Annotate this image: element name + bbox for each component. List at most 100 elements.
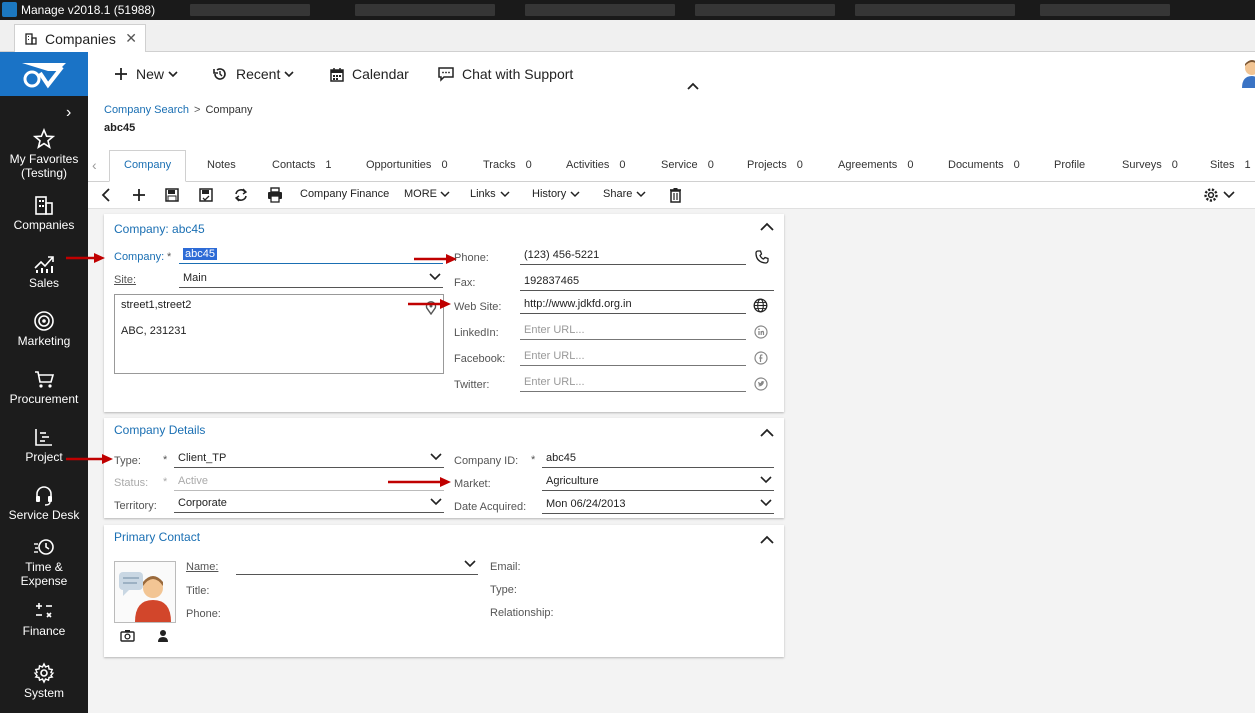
collapse-panel-icon[interactable]: [760, 535, 774, 545]
add-icon[interactable]: [132, 187, 146, 203]
tab-agreements[interactable]: Agreements 0: [838, 159, 913, 171]
collapse-toolbar-icon[interactable]: [686, 81, 700, 91]
settings-gear-icon[interactable]: [1203, 187, 1219, 203]
sidebar-item-procurement[interactable]: Procurement: [0, 368, 88, 406]
fax-input[interactable]: 192837465: [520, 275, 774, 291]
tab-projects[interactable]: Projects 0: [747, 159, 803, 171]
new-button[interactable]: New: [114, 66, 178, 82]
finance-icon: [36, 603, 52, 618]
tab-label: Surveys: [1122, 159, 1162, 171]
company-name-input[interactable]: abc45: [179, 248, 443, 264]
recent-button[interactable]: Recent: [212, 66, 294, 82]
chat-with-support-button[interactable]: Chat with Support: [438, 66, 573, 82]
delete-icon[interactable]: [669, 187, 682, 203]
company-finance-button[interactable]: Company Finance: [300, 188, 389, 200]
tab-activities[interactable]: Activities 0: [566, 159, 626, 171]
more-menu-button[interactable]: MORE: [404, 188, 450, 200]
facebook-icon[interactable]: [754, 351, 768, 365]
tab-count: 0: [441, 159, 448, 171]
tab-profile[interactable]: Profile: [1054, 159, 1085, 171]
person-icon[interactable]: [157, 629, 169, 642]
type-select[interactable]: Client_TP: [174, 452, 444, 468]
breadcrumb-separator: >: [194, 104, 201, 116]
background-window-strip: [190, 4, 310, 16]
background-window-strip: [855, 4, 1015, 16]
calendar-button[interactable]: Calendar: [330, 66, 409, 82]
save-icon[interactable]: [165, 187, 179, 203]
tab-surveys[interactable]: Surveys 0: [1122, 159, 1178, 171]
tab-label: Profile: [1054, 159, 1086, 171]
twitter-input[interactable]: Enter URL...: [520, 376, 746, 392]
company-label: Company:: [114, 251, 165, 263]
chevron-down-icon[interactable]: [1223, 191, 1235, 199]
sidebar-item-label: Service Desk: [8, 508, 80, 522]
sidebar-item-service-desk[interactable]: Service Desk: [0, 484, 88, 522]
tab-contacts[interactable]: Contacts 1: [272, 159, 332, 171]
company-panel: Company: abc45 Company: * abc45 Site: Ma…: [104, 214, 784, 412]
linkedin-icon[interactable]: [754, 325, 768, 339]
app-logo[interactable]: [0, 52, 88, 96]
tab-tracks[interactable]: Tracks 0: [483, 159, 532, 171]
tab-opportunities[interactable]: Opportunities 0: [366, 159, 448, 171]
save-and-close-icon[interactable]: [199, 187, 213, 203]
background-window-strip: [1040, 4, 1170, 16]
tab-label: Contacts: [272, 159, 316, 171]
phone-icon[interactable]: [755, 250, 769, 264]
tabs-scroll-left-icon[interactable]: ‹: [92, 157, 97, 173]
history-menu-button[interactable]: History: [532, 188, 580, 200]
tab-notes[interactable]: Notes: [207, 159, 236, 171]
user-avatar[interactable]: [1238, 58, 1255, 88]
breadcrumb-company-search-link[interactable]: Company Search: [104, 104, 189, 116]
history-icon: [213, 68, 226, 80]
sidebar-item-favorites[interactable]: My Favorites (Testing): [0, 128, 88, 180]
contact-name-select[interactable]: [236, 559, 478, 575]
sidebar-expand-icon[interactable]: ›: [66, 104, 71, 122]
market-select[interactable]: Agriculture: [542, 475, 774, 491]
sidebar-item-marketing[interactable]: Marketing: [0, 310, 88, 348]
tab-service[interactable]: Service 0: [661, 159, 714, 171]
website-input[interactable]: http://www.jdkfd.org.in: [520, 298, 746, 314]
tab-label: Activities: [566, 159, 610, 171]
sidebar-item-finance[interactable]: Finance: [0, 600, 88, 638]
required-mark: *: [531, 454, 536, 466]
back-icon[interactable]: [100, 187, 112, 203]
date-acquired-value: Mon 06/24/2013: [546, 498, 626, 510]
twitter-icon[interactable]: [754, 377, 768, 391]
globe-icon[interactable]: [753, 298, 768, 313]
sidebar-item-system[interactable]: System: [0, 662, 88, 700]
market-label: Market:: [454, 478, 491, 490]
tab-companies[interactable]: Companies ✕: [14, 24, 146, 52]
chevron-down-icon: [284, 71, 294, 78]
share-menu-button[interactable]: Share: [603, 188, 646, 200]
breadcrumb: Company Search > Company: [104, 104, 253, 116]
refresh-icon[interactable]: [233, 187, 249, 203]
company-id-input[interactable]: abc45: [542, 452, 774, 468]
status-label: Status:: [114, 477, 149, 489]
tab-sites[interactable]: Sites 1: [1210, 159, 1251, 171]
phone-input[interactable]: (123) 456-5221: [520, 249, 746, 265]
address-box[interactable]: street1,street2 ABC, 231231: [114, 294, 444, 374]
tab-label: Projects: [747, 159, 787, 171]
tab-documents[interactable]: Documents 0: [948, 159, 1020, 171]
window-title-bar: Manage v2018.1 (51988): [0, 0, 1255, 20]
camera-icon[interactable]: [120, 629, 135, 642]
linkedin-label: LinkedIn:: [454, 327, 499, 339]
tab-label: Company: [124, 159, 172, 171]
sidebar-item-label: My Favorites: [9, 152, 79, 166]
tab-company[interactable]: Company: [109, 150, 187, 182]
contact-name-label[interactable]: Name:: [186, 561, 218, 573]
date-acquired-input[interactable]: Mon 06/24/2013: [542, 498, 774, 514]
facebook-input[interactable]: Enter URL...: [520, 350, 746, 366]
linkedin-input[interactable]: Enter URL...: [520, 324, 746, 340]
close-tab-icon[interactable]: ✕: [125, 30, 137, 47]
sidebar-item-companies[interactable]: Companies: [0, 194, 88, 232]
site-select[interactable]: Main: [179, 272, 443, 288]
territory-select[interactable]: Corporate: [174, 497, 444, 513]
facebook-placeholder: Enter URL...: [524, 350, 585, 362]
site-label[interactable]: Site:: [114, 274, 136, 286]
collapse-panel-icon[interactable]: [760, 428, 774, 438]
links-menu-button[interactable]: Links: [470, 188, 510, 200]
collapse-panel-icon[interactable]: [760, 222, 774, 232]
print-icon[interactable]: [267, 187, 283, 203]
sidebar-item-time-expense[interactable]: Time & Expense: [0, 536, 88, 588]
